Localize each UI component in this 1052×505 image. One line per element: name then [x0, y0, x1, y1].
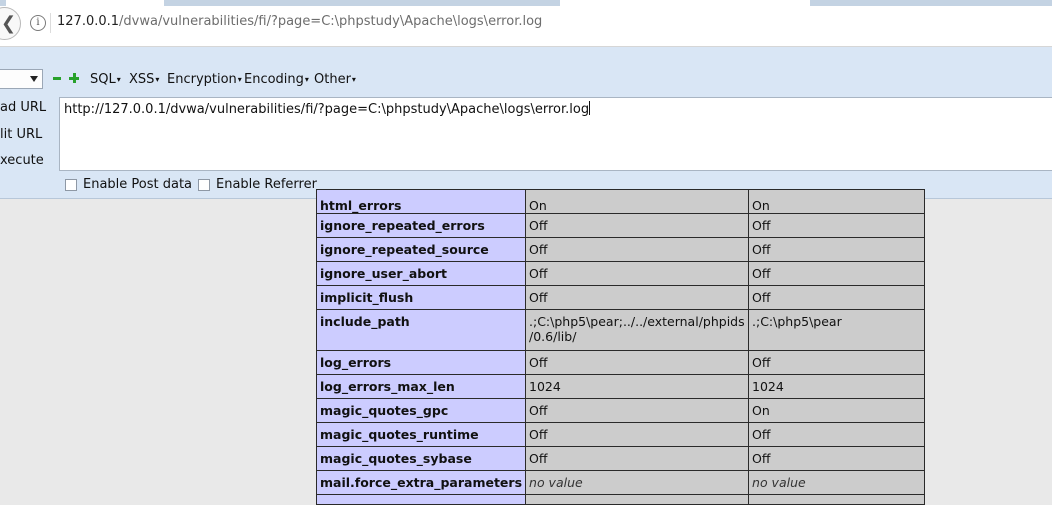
minus-icon[interactable] [53, 77, 61, 80]
caret-down-icon: ▾ [116, 75, 121, 84]
menu-sql-label: SQL [90, 72, 116, 87]
master-value-cell: Off [748, 285, 926, 310]
table-row: log_errors_max_len 1024 1024 [315, 374, 926, 399]
table-row: include_path .;C:\php5\pear;../../extern… [315, 309, 926, 351]
tab-strip [0, 0, 1052, 6]
local-value-line: /0.6/lib/ [529, 329, 577, 344]
directive-cell: ignore_user_abort [315, 261, 527, 286]
url-field[interactable]: 127.0.0.1/dvwa/vulnerabilities/fi/?page=… [57, 14, 542, 29]
menu-encryption-label: Encryption [167, 72, 237, 87]
enable-referrer-checkbox[interactable] [198, 179, 210, 191]
local-value-cell: .;C:\php5\pear;../../external/phpids/0.6… [525, 309, 750, 351]
enable-post-checkbox[interactable] [65, 179, 77, 191]
master-value-cell: Off [748, 350, 926, 375]
caret-down-icon: ▾ [155, 75, 160, 84]
local-value-cell: Off [525, 261, 750, 286]
directive-cell: ignore_repeated_source [315, 237, 527, 262]
hackbar-panel: SQL▾ XSS▾ Encryption▾ Encoding▾ Other▾ a… [0, 47, 1052, 199]
caret-down-icon: ▾ [351, 75, 356, 84]
local-value-cell: Off [525, 213, 750, 238]
local-value-cell: Off [525, 398, 750, 423]
table-row: magic_quotes_sybase Off Off [315, 446, 926, 471]
menu-encryption[interactable]: Encryption▾ [167, 72, 242, 87]
directive-cell: magic_quotes_runtime [315, 422, 527, 447]
local-value-cell: 1024 [525, 374, 750, 399]
menu-encoding-label: Encoding [244, 72, 304, 87]
text-cursor [589, 101, 591, 115]
plus-icon[interactable] [69, 73, 79, 83]
menu-other[interactable]: Other▾ [314, 72, 356, 87]
split-url-button[interactable]: lit URL [0, 127, 42, 142]
directive-cell: include_path [315, 309, 527, 351]
master-value-cell: 1024 [748, 374, 926, 399]
local-value-cell: On [525, 189, 750, 214]
menu-other-label: Other [314, 72, 351, 87]
master-value-cell: On [748, 189, 926, 214]
master-value-cell [748, 494, 926, 505]
master-value-cell: Off [748, 213, 926, 238]
hackbar-dropdown[interactable] [0, 69, 43, 89]
caret-down-icon: ▾ [237, 75, 242, 84]
hackbar-url-textarea[interactable]: http://127.0.0.1/dvwa/vulnerabilities/fi… [59, 97, 1052, 171]
address-separator [50, 13, 51, 33]
url-host: 127.0.0.1 [57, 14, 120, 29]
back-arrow-icon: ❮ [0, 12, 17, 34]
table-row: mail.force_extra_parameters no value no … [315, 470, 926, 495]
table-row: log_errors Off Off [315, 350, 926, 375]
menu-sql[interactable]: SQL▾ [90, 72, 121, 87]
table-row: ignore_repeated_errors Off Off [315, 213, 926, 238]
local-value-cell: Off [525, 422, 750, 447]
table-row: magic_quotes_gpc Off On [315, 398, 926, 423]
directive-cell [315, 494, 527, 505]
load-url-button[interactable]: ad URL [0, 100, 46, 115]
back-button[interactable]: ❮ [0, 7, 21, 40]
directive-cell: html_errors [315, 189, 527, 214]
master-value-cell: Off [748, 237, 926, 262]
directive-cell: log_errors [315, 350, 527, 375]
master-value-cell: .;C:\php5\pear [748, 309, 926, 351]
menu-xss-label: XSS [129, 72, 155, 87]
local-value-cell: no value [525, 470, 750, 495]
directive-cell: magic_quotes_sybase [315, 446, 527, 471]
table-row: magic_quotes_runtime Off Off [315, 422, 926, 447]
directive-cell: magic_quotes_gpc [315, 398, 527, 423]
execute-button[interactable]: xecute [0, 153, 44, 168]
local-value-line: .;C:\php5\pear;../../external/phpids [529, 314, 745, 329]
chevron-down-icon [30, 76, 38, 82]
master-value-cell: no value [748, 470, 926, 495]
address-bar: ❮ i 127.0.0.1/dvwa/vulnerabilities/fi/?p… [0, 0, 1052, 47]
tab-gap [560, 0, 810, 6]
table-row: ignore_repeated_source Off Off [315, 237, 926, 262]
master-value-cell: Off [748, 261, 926, 286]
tab-gap [6, 0, 164, 6]
phpinfo-table: html_errors On On ignore_repeated_errors… [315, 189, 926, 505]
directive-cell: ignore_repeated_errors [315, 213, 527, 238]
master-value-cell: On [748, 398, 926, 423]
site-info-icon[interactable]: i [30, 15, 46, 31]
local-value-cell: Off [525, 350, 750, 375]
local-value-cell [525, 494, 750, 505]
enable-post-label[interactable]: Enable Post data [83, 177, 192, 192]
master-value-cell: Off [748, 422, 926, 447]
table-row: ignore_user_abort Off Off [315, 261, 926, 286]
local-value-cell: Off [525, 446, 750, 471]
local-value-cell: Off [525, 237, 750, 262]
directive-cell: implicit_flush [315, 285, 527, 310]
directive-cell: mail.force_extra_parameters [315, 470, 527, 495]
table-row: implicit_flush Off Off [315, 285, 926, 310]
url-path: /dvwa/vulnerabilities/fi/?page=C:\phpstu… [119, 14, 543, 29]
local-value-cell: Off [525, 285, 750, 310]
caret-down-icon: ▾ [304, 75, 309, 84]
enable-referrer-label[interactable]: Enable Referrer [216, 177, 317, 192]
table-row: html_errors On On [315, 189, 926, 214]
directive-cell: log_errors_max_len [315, 374, 527, 399]
master-value-cell: Off [748, 446, 926, 471]
menu-xss[interactable]: XSS▾ [129, 72, 159, 87]
hackbar-url-text: http://127.0.0.1/dvwa/vulnerabilities/fi… [64, 102, 590, 117]
table-row [315, 494, 926, 505]
menu-encoding[interactable]: Encoding▾ [244, 72, 309, 87]
